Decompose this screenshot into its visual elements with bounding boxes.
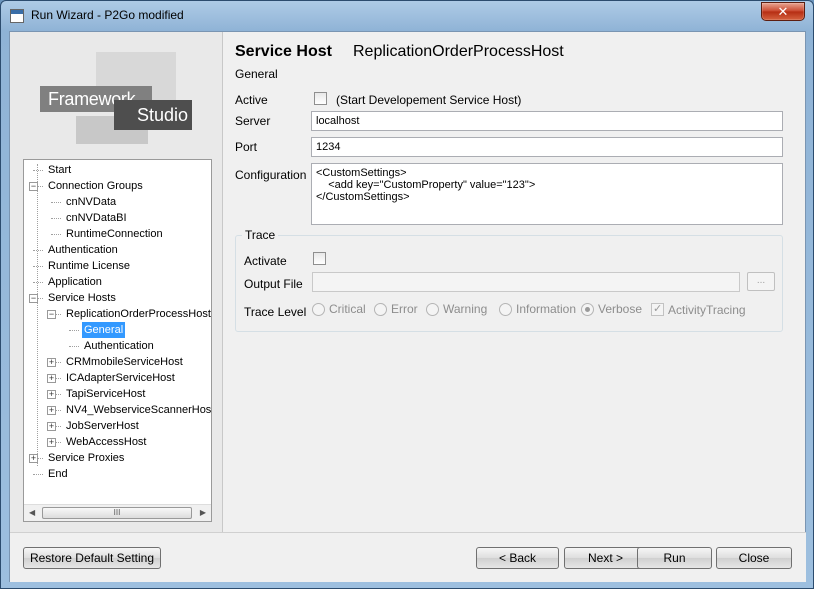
port-label: Port (235, 140, 258, 154)
configuration-textarea[interactable]: <CustomSettings> <add key="CustomPropert… (311, 163, 783, 225)
trace-level-label: Warning (443, 302, 488, 316)
trace-level-radio[interactable] (499, 303, 512, 316)
activity-tracing-label: ActivityTracing (668, 303, 746, 317)
tree-connector (51, 202, 61, 203)
tree-item[interactable]: WebAccessHost (64, 434, 149, 450)
tree-item[interactable]: Service Hosts (46, 290, 118, 306)
title-bar[interactable]: Run Wizard - P2Go modified ✕ (1, 1, 813, 31)
window-title: Run Wizard - P2Go modified (31, 8, 184, 22)
tree-item[interactable]: Connection Groups (46, 178, 145, 194)
trace-level-label: Critical (329, 302, 366, 316)
server-label: Server (235, 114, 271, 128)
page-subtitle: General (235, 67, 278, 81)
run-wizard-window: Run Wizard - P2Go modified ✕ Framework S… (0, 0, 814, 589)
tree-item[interactable]: ReplicationOrderProcessHost (64, 306, 211, 322)
tree-horizontal-scrollbar[interactable]: ◀ III ▶ (24, 504, 211, 521)
back-button[interactable]: < Back (476, 547, 559, 569)
close-icon: ✕ (777, 4, 789, 19)
tree-collapse-icon[interactable]: − (47, 310, 56, 319)
button-bar: Restore Default Setting < Back Next > Ru… (10, 532, 806, 582)
navigation-pane: Framework Studio Start − Connection Groups… (10, 32, 223, 532)
trace-group-title: Trace (242, 228, 279, 242)
page-title: Service Host (235, 43, 332, 60)
tree-item[interactable]: General (82, 322, 126, 338)
tree-connector (37, 164, 38, 466)
trace-level-label: Information (516, 302, 577, 316)
tree-item[interactable]: CRMmobileServiceHost (64, 354, 185, 370)
configuration-label: Configuration (235, 168, 307, 182)
tree-item[interactable]: RuntimeConnection (64, 226, 165, 242)
tree-connector (69, 330, 79, 331)
tree-expand-icon[interactable]: + (47, 390, 56, 399)
tree-connector (33, 474, 43, 475)
browse-button[interactable]: ... (747, 272, 775, 291)
scroll-thumb[interactable]: III (42, 507, 192, 519)
tree-expand-icon[interactable]: + (47, 358, 56, 367)
server-input[interactable]: localhost (311, 111, 783, 131)
next-button[interactable]: Next > (564, 547, 647, 569)
activate-label: Activate (244, 254, 287, 268)
tree-connector (51, 218, 61, 219)
wizard-step-tree[interactable]: Start − Connection Groups cnNVData cnNVDataB… (23, 159, 212, 522)
tree-expand-icon[interactable]: + (47, 438, 56, 447)
tree-item[interactable]: cnNVData (64, 194, 118, 210)
activate-checkbox[interactable] (313, 252, 326, 265)
port-input[interactable]: 1234 (311, 137, 783, 157)
host-name-title: ReplicationOrderProcessHost (353, 43, 564, 60)
trace-level-label: Verbose (598, 302, 643, 316)
wizard-client-area: Framework Studio Start − Connection Groups… (9, 31, 806, 582)
run-button[interactable]: Run (637, 547, 712, 569)
output-file-label: Output File (244, 277, 303, 291)
activity-tracing-checkbox[interactable] (651, 302, 664, 316)
tree-item[interactable]: JobServerHost (64, 418, 141, 434)
tree-item[interactable]: Application (46, 274, 104, 290)
trace-level-label: Trace Level (244, 305, 307, 319)
scroll-left-icon[interactable]: ◀ (29, 508, 35, 517)
tree-connector (33, 170, 43, 171)
tree-connector (33, 266, 43, 267)
tree-expand-icon[interactable]: + (47, 406, 56, 415)
tree-connector (33, 282, 43, 283)
scroll-grip-icon: III (113, 508, 121, 517)
content-pane: Service Host ReplicationOrderProcessHost… (224, 32, 806, 532)
active-label: Active (235, 93, 268, 107)
scroll-right-icon[interactable]: ▶ (200, 508, 206, 517)
tree-connector (51, 234, 61, 235)
tree-item[interactable]: Start (46, 162, 73, 178)
tree-item[interactable]: Runtime License (46, 258, 132, 274)
logo-word-studio: Studio (114, 100, 192, 130)
tree-expand-icon[interactable]: + (47, 374, 56, 383)
window-close-button[interactable]: ✕ (761, 2, 805, 21)
tree-expand-icon[interactable]: + (47, 422, 56, 431)
tree-item[interactable]: NV4_WebserviceScannerHost (64, 402, 211, 418)
framework-studio-logo: Framework Studio (40, 52, 192, 152)
trace-level-radio[interactable] (312, 303, 325, 316)
tree-connector (33, 250, 43, 251)
trace-level-label: Error (391, 302, 418, 316)
tree-item[interactable]: TapiServiceHost (64, 386, 147, 402)
restore-default-button[interactable]: Restore Default Setting (23, 547, 161, 569)
trace-level-radio[interactable] (426, 303, 439, 316)
trace-level-radio[interactable] (374, 303, 387, 316)
tree-item[interactable]: Authentication (46, 242, 120, 258)
output-file-input[interactable] (312, 272, 740, 292)
tree-item[interactable]: Service Proxies (46, 450, 126, 466)
tree-connector (69, 346, 79, 347)
active-checkbox[interactable] (314, 92, 327, 105)
tree-item[interactable]: cnNVDataBI (64, 210, 129, 226)
tree-item[interactable]: End (46, 466, 70, 482)
tree-item[interactable]: ICAdapterServiceHost (64, 370, 177, 386)
trace-level-radio[interactable] (581, 303, 594, 316)
app-icon (10, 9, 24, 23)
active-hint: (Start Developement Service Host) (336, 93, 522, 107)
tree-item[interactable]: Authentication (82, 338, 156, 354)
close-button[interactable]: Close (716, 547, 792, 569)
